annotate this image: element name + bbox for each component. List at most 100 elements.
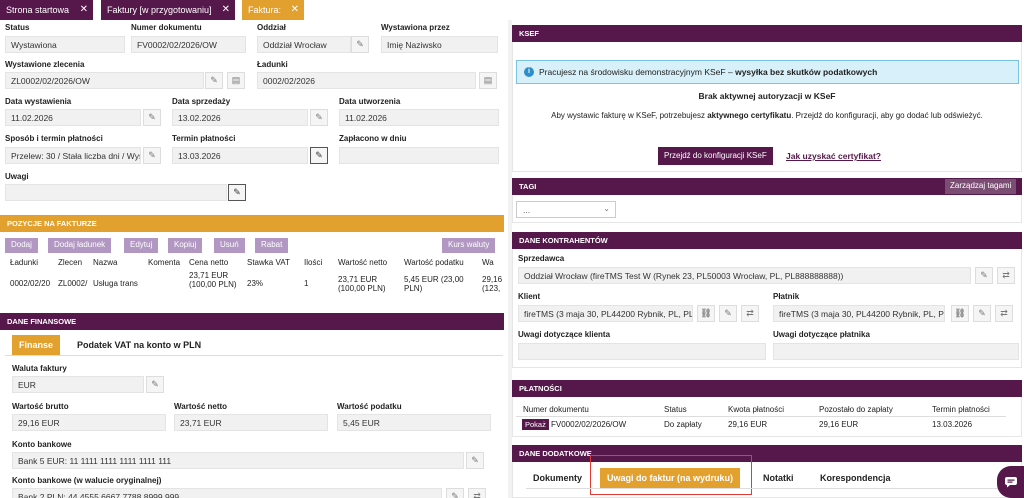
created-field[interactable]: 11.02.2026 [339,109,499,126]
tab-vat[interactable]: Podatek VAT na konto w PLN [70,335,208,355]
issue-date-field[interactable]: 11.02.2026 [5,109,141,126]
order-field[interactable]: ZL0002/02/2026/OW [5,72,204,89]
edit-icon[interactable]: ✎ [143,109,161,126]
col-header[interactable]: Komenta [148,258,182,267]
order-label: Wystawione zlecenia [5,60,85,69]
docnum-label: Numer dokumentu [131,23,202,32]
client-notes-field[interactable] [518,343,766,360]
cell-loads: 0002/02/20 [10,279,51,288]
copy-button[interactable]: Kopiuj [168,238,203,253]
sale-date-field[interactable]: 13.02.2026 [172,109,308,126]
col-header[interactable]: Ładunki [10,258,50,267]
bank-orig-field[interactable]: Bank 2 PLN: 44 4555 6667 7788 8999 999 [12,488,442,498]
branch-field[interactable]: Oddział Wrocław [257,36,351,53]
chat-icon [1004,477,1017,488]
ksef-info-text: Pracujesz na środowisku demonstracyjnym … [539,67,733,77]
currency-field[interactable]: EUR [12,376,144,393]
notes-field[interactable] [5,184,227,201]
col-header[interactable]: Nazwa [93,258,143,267]
swap-icon[interactable]: ⇄ [741,305,759,322]
delete-button[interactable]: Usuń [214,238,245,253]
edit-icon[interactable]: ✎ [466,452,484,469]
link-icon[interactable]: ⛓ [951,305,969,322]
manage-tags-button[interactable]: Zarządzaj tagami [945,179,1017,194]
add-load-button[interactable]: Dodaj ładunek [48,238,112,253]
ksef-info-bold: wysyłka bez skutków podatkowych [735,67,878,77]
link-icon[interactable]: ⛓ [697,305,715,322]
finance-header: DANE FINANSOWE [0,313,504,330]
swap-icon[interactable]: ⇄ [995,305,1013,322]
tab-invoices-label: Faktury [w przygotowaniu] [107,5,212,15]
close-icon[interactable]: ✕ [80,4,88,15]
edit-icon[interactable]: ✎ [975,267,993,284]
col-header[interactable]: Termin płatności [932,405,990,414]
discount-button[interactable]: Rabat [255,238,289,253]
show-button[interactable]: Pokaż [522,419,549,430]
tab-invoices[interactable]: Faktury [w przygotowaniu] ✕ [101,0,235,20]
tab-notes[interactable]: Notatki [756,468,801,488]
edit-icon[interactable]: ✎ [146,376,164,393]
swap-icon[interactable]: ⇄ [468,488,486,498]
document-icon[interactable]: ▤ [479,72,497,89]
tab-documents[interactable]: Dokumenty [526,468,589,488]
client-field[interactable]: fireTMS (3 maja 30, PL44200 Rybnik, PL, … [518,305,693,322]
add-button[interactable]: Dodaj [5,238,38,253]
tab-home[interactable]: Strona startowa ✕ [0,0,93,20]
paid-field[interactable] [339,147,499,164]
tab-finance[interactable]: Finanse [12,335,61,355]
col-header[interactable]: Cena netto [189,258,241,267]
edit-icon[interactable]: ✎ [143,147,161,164]
chat-widget[interactable] [997,466,1024,498]
client-notes-label: Uwagi dotyczące klienta [518,330,611,339]
tab-invoice[interactable]: Faktura: ✕ [242,0,304,20]
divider [5,355,503,356]
col-header[interactable]: Wa [482,258,502,267]
edit-icon[interactable]: ✎ [446,488,464,498]
ksef-config-button[interactable]: Przejdź do konfiguracji KSeF [658,147,773,165]
col-header[interactable]: Status [664,405,687,414]
close-icon[interactable]: ✕ [291,4,299,15]
col-header[interactable]: Wartość podatku [404,258,474,267]
seller-field[interactable]: Oddział Wrocław (fireTMS Test W (Rynek 2… [518,267,971,284]
col-header[interactable]: Zlecen [58,258,88,267]
status-field[interactable]: Wystawiona [5,36,125,53]
currency-rate-button[interactable]: Kurs waluty [442,238,496,253]
payer-notes-label: Uwagi dotyczące płatnika [773,330,870,339]
col-header[interactable]: Numer dokumentu [523,405,589,414]
edit-button[interactable]: Edytuj [124,238,159,253]
issuer-field[interactable]: Imię Naziwsko [381,36,498,53]
gross-field[interactable]: 29,16 EUR [12,414,166,431]
edit-icon[interactable]: ✎ [351,36,369,53]
docnum-field[interactable]: FV0002/02/2026/OW [131,36,246,53]
swap-icon[interactable]: ⇄ [997,267,1015,284]
edit-icon[interactable]: ✎ [310,109,328,126]
payer-notes-field[interactable] [773,343,1019,360]
loads-field[interactable]: 0002/02/2026 [257,72,476,89]
payer-field[interactable]: fireTMS (3 maja 30, PL44200 Rybnik, PL, … [773,305,945,322]
document-icon[interactable]: ▤ [227,72,245,89]
edit-icon[interactable]: ✎ [310,147,328,164]
close-icon[interactable]: ✕ [222,4,230,15]
col-header[interactable]: Wartość netto [338,258,398,267]
due-field[interactable]: 13.03.2026 [172,147,308,164]
col-header[interactable]: Kwota płatności [728,405,784,414]
payment-method-label: Sposób i termin płatności [5,134,103,143]
tab-correspondence[interactable]: Korespondencja [813,468,898,488]
tax-field[interactable]: 5,45 EUR [337,414,491,431]
gross-label: Wartość brutto [12,402,69,411]
tags-select[interactable]: ... ⌄ [516,201,616,218]
cert-link[interactable]: Jak uzyskać certyfikat? [786,151,881,161]
bank-field[interactable]: Bank 5 EUR: 11 1111 1111 1111 1111 111 [12,452,464,469]
col-header[interactable]: Ilości [304,258,334,267]
tab-invoice-notes[interactable]: Uwagi do faktur (na wydruku) [600,468,741,488]
payment-method-field[interactable]: Przelew: 30 / Stała liczba dni / Wys [5,147,141,164]
col-header[interactable]: Stawka VAT [247,258,299,267]
net-field[interactable]: 23,71 EUR [174,414,328,431]
edit-icon[interactable]: ✎ [973,305,991,322]
edit-icon[interactable]: ✎ [205,72,223,89]
issuer-label: Wystawiona przez [381,23,450,32]
edit-icon[interactable]: ✎ [228,184,246,201]
edit-icon[interactable]: ✎ [719,305,737,322]
col-header[interactable]: Pozostało do zapłaty [819,405,893,414]
positions-header: POZYCJE NA FAKTURZE [0,215,504,232]
